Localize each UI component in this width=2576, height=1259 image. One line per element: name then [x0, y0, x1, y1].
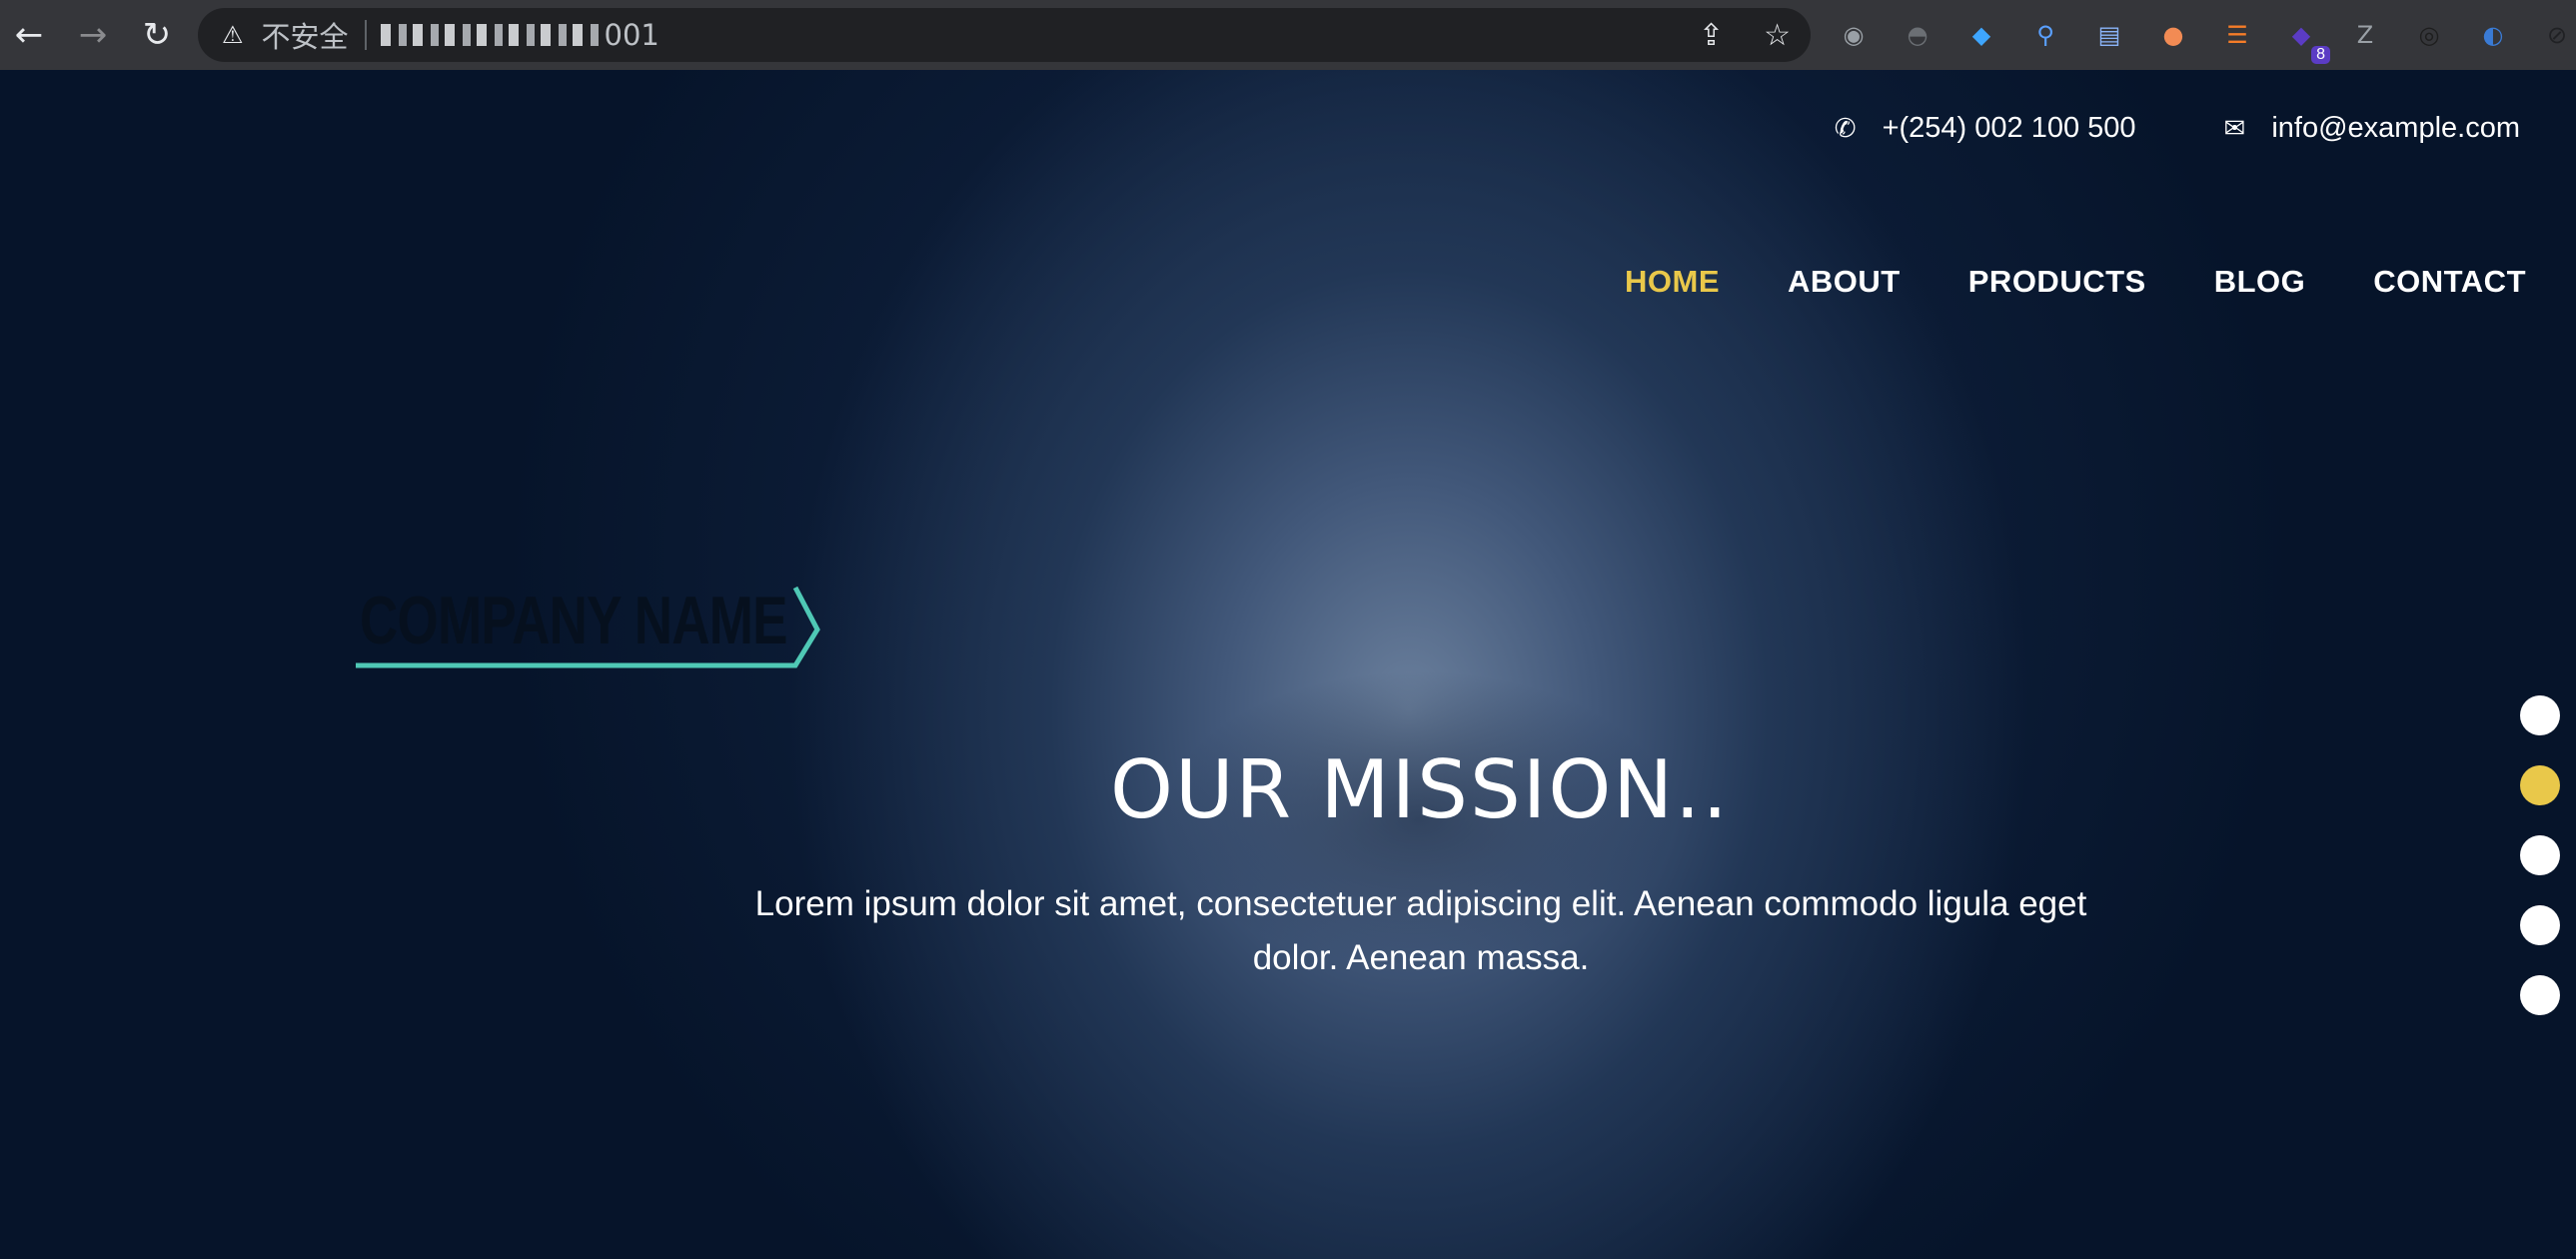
pin-extension-icon-glyph: ⚲	[2036, 21, 2054, 49]
slider-dot-3[interactable]	[2520, 835, 2560, 875]
hero-text: Lorem ipsum dolor sit amet, consectetuer…	[754, 884, 2087, 977]
phone-number[interactable]: +(254) 002 100 500	[1883, 112, 2136, 145]
circle-extension-icon[interactable]: ◉	[1833, 14, 1875, 56]
card-extension-icon[interactable]: ▤	[2088, 14, 2130, 56]
email-contact[interactable]: ✉ info@example.com	[2224, 112, 2520, 145]
reload-button[interactable]: ↻	[132, 10, 182, 60]
address-bar[interactable]: ⚠ 不安全 001 ⇪ ☆	[198, 8, 1811, 62]
address-divider	[364, 20, 367, 50]
slider-dot-5[interactable]	[2520, 975, 2560, 1015]
slider-dot-1[interactable]	[2520, 695, 2560, 735]
rss-extension-icon-glyph: ☰	[2226, 21, 2248, 49]
back-button[interactable]: ←	[4, 10, 54, 60]
pin-extension-icon[interactable]: ⚲	[2024, 14, 2066, 56]
moon-extension-icon[interactable]: ◐	[2472, 14, 2514, 56]
hat-extension-icon[interactable]: ◓	[1897, 14, 1938, 56]
gem-extension-icon-glyph: ◆	[1971, 21, 1991, 49]
contact-bar: ✆ +(254) 002 100 500 ✉ info@example.com	[1835, 112, 2520, 145]
insecure-label[interactable]: 不安全	[262, 14, 349, 56]
nav-item-contact[interactable]: CONTACT	[2373, 264, 2526, 300]
z-extension-icon[interactable]: Z	[2344, 14, 2386, 56]
nav-item-about[interactable]: ABOUT	[1788, 264, 1901, 300]
share-icon[interactable]: ⇪	[1699, 18, 1724, 53]
logo-text: COMPANY NAME	[360, 583, 788, 658]
warning-icon[interactable]: ⚠	[222, 21, 244, 49]
hero-title: OUR MISSION..	[1110, 743, 1730, 836]
forward-button[interactable]: →	[68, 10, 118, 60]
slash-extension-icon[interactable]: ⊘	[2536, 14, 2576, 56]
phone-contact[interactable]: ✆ +(254) 002 100 500	[1835, 112, 2136, 145]
phone-icon: ✆	[1834, 113, 1857, 144]
bookmark-star-icon[interactable]: ☆	[1764, 18, 1791, 53]
url-text[interactable]: 001	[605, 18, 659, 52]
url-redacted	[380, 24, 601, 46]
hat-extension-icon-glyph: ◓	[1907, 21, 1929, 49]
eyes-extension-icon[interactable]: ◎	[2408, 14, 2450, 56]
orange-extension-icon[interactable]: ●	[2152, 14, 2194, 56]
rss-extension-icon[interactable]: ☰	[2216, 14, 2258, 56]
cube-extension-icon[interactable]: ◆ 8	[2280, 14, 2330, 64]
envelope-icon: ✉	[2223, 113, 2246, 144]
orange-extension-icon-glyph: ●	[2162, 21, 2184, 49]
browser-toolbar: ← → ↻ ⚠ 不安全 001 ⇪ ☆ ◉ ◓ ◆ ⚲ ▤ ● ☰ ◆ 8 Z ◎ ◐ ⊘	[0, 0, 2576, 70]
gem-extension-icon[interactable]: ◆	[1960, 14, 2002, 56]
email-address[interactable]: info@example.com	[2271, 112, 2520, 145]
main-navigation: HOME ABOUT PRODUCTS BLOG CONTACT	[1625, 264, 2526, 300]
slider-dot-4[interactable]	[2520, 905, 2560, 945]
z-extension-icon-glyph: Z	[2356, 21, 2374, 49]
hero-section: ✆ +(254) 002 100 500 ✉ info@example.com …	[0, 70, 2576, 1259]
nav-item-blog[interactable]: BLOG	[2214, 264, 2306, 300]
nav-item-products[interactable]: PRODUCTS	[1968, 264, 2146, 300]
extension-badge: 8	[2311, 46, 2330, 64]
company-logo[interactable]: COMPANY NAME	[356, 506, 825, 675]
moon-extension-icon-glyph: ◐	[2482, 21, 2504, 49]
slider-dot-2[interactable]	[2520, 765, 2560, 805]
eyes-extension-icon-glyph: ◎	[2418, 21, 2440, 49]
card-extension-icon-glyph: ▤	[2097, 21, 2121, 49]
nav-item-home[interactable]: HOME	[1625, 264, 1720, 300]
extensions-bar: ◉ ◓ ◆ ⚲ ▤ ● ☰ ◆ 8 Z ◎ ◐ ⊘	[1833, 14, 2576, 64]
slider-pagination	[2520, 695, 2560, 1015]
slash-extension-icon-glyph: ⊘	[2546, 21, 2568, 49]
circle-extension-icon-glyph: ◉	[1843, 21, 1865, 49]
cube-extension-icon-glyph: ◆	[2291, 21, 2311, 49]
